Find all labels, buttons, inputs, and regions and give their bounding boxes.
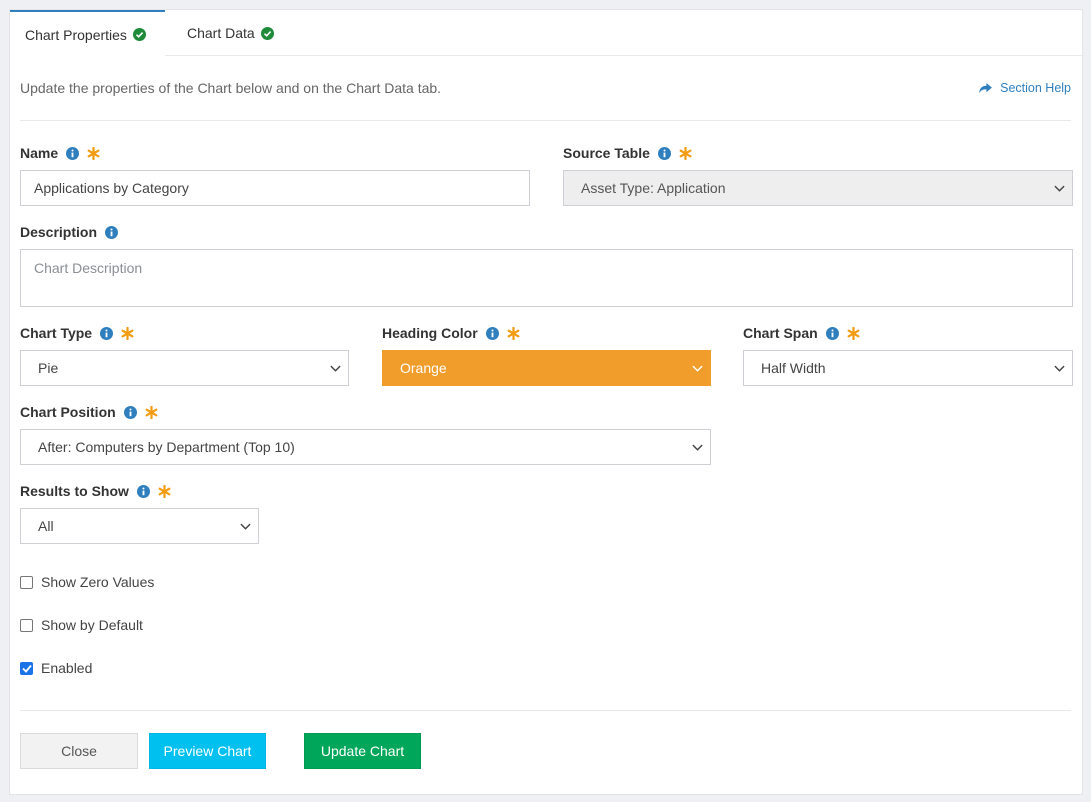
heading-color-label: Heading Color	[382, 325, 520, 341]
name-input[interactable]: Applications by Category	[20, 170, 530, 206]
divider	[20, 710, 1071, 711]
required-star-icon	[847, 326, 860, 340]
source-table-value: Asset Type: Application	[581, 180, 726, 196]
chart-type-label: Chart Type	[20, 325, 134, 341]
chevron-down-icon	[240, 523, 251, 530]
chart-position-value: After: Computers by Department (Top 10)	[38, 439, 295, 455]
chevron-down-icon	[330, 365, 341, 372]
required-star-icon	[87, 146, 100, 160]
check-circle-icon	[260, 26, 274, 40]
chart-type-value: Pie	[38, 360, 59, 376]
description-placeholder: Chart Description	[34, 260, 143, 276]
tab-chart-properties[interactable]: Chart Properties	[10, 10, 165, 57]
section-help-link[interactable]: Section Help	[979, 81, 1071, 95]
intro-text: Update the properties of the Chart below…	[20, 80, 442, 96]
chart-type-select[interactable]: Pie	[20, 350, 349, 386]
checkmark-icon	[21, 664, 32, 673]
required-star-icon	[121, 326, 134, 340]
info-icon[interactable]	[485, 326, 499, 340]
heading-color-value: Orange	[400, 360, 447, 376]
chart-editor-panel: Chart Properties Chart Data Update the p…	[9, 9, 1083, 795]
info-icon[interactable]	[657, 146, 671, 160]
tab-label: Chart Data	[187, 25, 255, 41]
chevron-down-icon	[1054, 185, 1065, 192]
chart-position-label-text: Chart Position	[20, 404, 116, 420]
required-star-icon	[679, 146, 692, 160]
chart-span-label-text: Chart Span	[743, 325, 818, 341]
update-chart-button[interactable]: Update Chart	[304, 733, 421, 769]
chevron-down-icon	[692, 365, 703, 372]
check-circle-icon	[132, 28, 146, 41]
show-by-default-checkbox[interactable]: Show by Default	[20, 617, 143, 633]
tab-label: Chart Properties	[25, 26, 127, 43]
info-icon[interactable]	[105, 225, 119, 239]
info-icon[interactable]	[100, 326, 114, 340]
chart-type-label-text: Chart Type	[20, 325, 93, 341]
description-label-text: Description	[20, 224, 98, 240]
close-button[interactable]: Close	[20, 733, 138, 769]
chart-span-value: Half Width	[761, 360, 826, 376]
checkbox-label: Enabled	[41, 660, 93, 676]
preview-chart-button[interactable]: Preview Chart	[149, 733, 266, 769]
section-help-label: Section Help	[1000, 81, 1071, 95]
results-to-show-label-text: Results to Show	[20, 483, 129, 499]
checkbox-label: Show by Default	[41, 617, 143, 633]
info-icon[interactable]	[136, 484, 150, 498]
name-label-text: Name	[20, 145, 59, 161]
info-icon[interactable]	[825, 326, 839, 340]
enabled-checkbox[interactable]: Enabled	[20, 660, 92, 676]
tab-chart-data[interactable]: Chart Data	[165, 10, 295, 56]
chart-position-select[interactable]: After: Computers by Department (Top 10)	[20, 429, 711, 465]
chevron-down-icon	[1054, 365, 1065, 372]
divider	[20, 120, 1071, 121]
results-to-show-label: Results to Show	[20, 483, 171, 499]
share-arrow-icon	[979, 82, 993, 93]
results-to-show-value: All	[38, 518, 54, 534]
source-table-label-text: Source Table	[563, 145, 650, 161]
checkbox-label: Show Zero Values	[41, 574, 155, 590]
chevron-down-icon	[692, 444, 703, 451]
info-icon[interactable]	[123, 405, 137, 419]
chart-position-label: Chart Position	[20, 404, 158, 420]
source-table-label: Source Table	[563, 145, 692, 161]
required-star-icon	[158, 484, 171, 498]
name-input-value: Applications by Category	[34, 180, 189, 196]
description-textarea[interactable]: Chart Description	[20, 249, 1073, 307]
chart-span-select[interactable]: Half Width	[743, 350, 1073, 386]
chart-span-label: Chart Span	[743, 325, 860, 341]
required-star-icon	[507, 326, 520, 340]
required-star-icon	[145, 405, 158, 419]
checkbox-box[interactable]	[20, 575, 33, 589]
description-label: Description	[20, 224, 119, 240]
checkbox-box[interactable]	[20, 661, 33, 675]
results-to-show-select[interactable]: All	[20, 508, 259, 544]
heading-color-select[interactable]: Orange	[382, 350, 711, 386]
checkbox-box[interactable]	[20, 618, 33, 632]
show-zero-values-checkbox[interactable]: Show Zero Values	[20, 574, 154, 590]
info-icon[interactable]	[66, 146, 80, 160]
tab-bar: Chart Properties Chart Data	[10, 10, 1082, 57]
source-table-select[interactable]: Asset Type: Application	[563, 170, 1073, 206]
heading-color-label-text: Heading Color	[382, 325, 478, 341]
name-label: Name	[20, 145, 100, 161]
